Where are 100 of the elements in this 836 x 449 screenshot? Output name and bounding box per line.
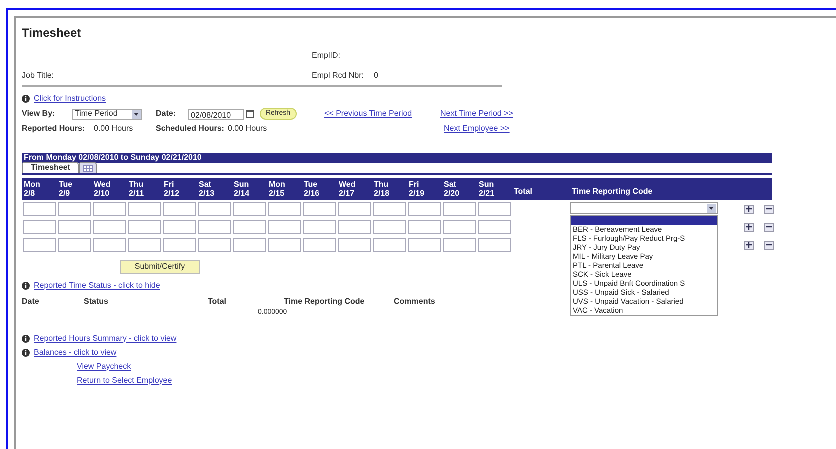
hours-field[interactable]: [268, 238, 301, 252]
time-status-link[interactable]: Reported Time Status - click to hide: [34, 280, 160, 292]
page-link[interactable]: View Paycheck: [77, 362, 132, 370]
column-header: Status: [84, 296, 110, 308]
view-link[interactable]: Balances - click to view: [34, 346, 117, 358]
hours-field[interactable]: [128, 238, 161, 252]
calendar-icon[interactable]: [246, 110, 254, 118]
day-header: Wed: [94, 180, 112, 189]
hours-field[interactable]: [408, 238, 441, 252]
date-header: 2/9: [59, 189, 72, 198]
column-header: Total: [208, 296, 228, 308]
date-header: 2/10: [94, 189, 111, 198]
hours-field[interactable]: [198, 238, 231, 252]
hours-field[interactable]: [338, 202, 371, 216]
page-title: Timesheet: [22, 25, 82, 42]
add-row-button[interactable]: [744, 204, 754, 214]
dropdown-arrow-icon: [132, 110, 141, 118]
time-reporting-code-select[interactable]: [570, 202, 718, 214]
column-header: Comments: [394, 296, 436, 308]
minus-icon: [766, 224, 772, 230]
hours-field[interactable]: [93, 202, 126, 216]
info-icon: [22, 348, 30, 356]
hours-field[interactable]: [163, 202, 196, 216]
column-header: Time Reporting Code: [284, 296, 366, 308]
dropdown-arrow-icon: [707, 204, 716, 212]
column-header: Date: [22, 296, 40, 308]
date-header: 2/19: [409, 189, 426, 198]
delete-row-button[interactable]: [764, 222, 774, 232]
hours-field[interactable]: [233, 220, 266, 234]
empl-rcd-value: 0: [374, 70, 378, 82]
add-row-button[interactable]: [744, 222, 754, 232]
day-header: Sun: [479, 180, 496, 189]
hours-field[interactable]: [443, 202, 476, 216]
hours-field[interactable]: [338, 220, 371, 234]
page-link[interactable]: Return to Select Employee: [77, 376, 172, 384]
hours-field[interactable]: [373, 238, 406, 252]
view-by-select[interactable]: Time Period: [72, 108, 142, 120]
hours-field[interactable]: [163, 238, 196, 252]
date-header: 2/11: [129, 189, 146, 198]
hours-field[interactable]: [303, 220, 336, 234]
hours-field[interactable]: [373, 202, 406, 216]
hours-field[interactable]: [478, 238, 511, 252]
hours-field[interactable]: [373, 220, 406, 234]
code-header: Time Reporting Code: [571, 186, 653, 198]
date-field[interactable]: 02/08/2010: [188, 108, 244, 120]
day-header: Sat: [199, 180, 212, 189]
hours-field[interactable]: [233, 202, 266, 216]
hours-field[interactable]: [443, 220, 476, 234]
minus-icon: [766, 206, 772, 212]
hours-field[interactable]: [58, 202, 91, 216]
hours-field[interactable]: [443, 238, 476, 252]
hours-field[interactable]: [58, 238, 91, 252]
day-header: Tue: [304, 180, 319, 189]
hours-field[interactable]: [93, 220, 126, 234]
day-header: Mon: [24, 180, 42, 189]
scheduled-hours-label: Scheduled Hours:: [156, 123, 226, 135]
hours-field[interactable]: [478, 220, 511, 234]
delete-row-button[interactable]: [764, 240, 774, 250]
timesheet-tab[interactable]: Timesheet: [22, 162, 80, 173]
day-header: Fri: [409, 180, 420, 189]
hours-field[interactable]: [128, 220, 161, 234]
hours-field[interactable]: [93, 238, 126, 252]
hours-field[interactable]: [58, 220, 91, 234]
previous-period-link[interactable]: << Previous Time Period: [324, 109, 412, 118]
hours-field[interactable]: [478, 202, 511, 216]
hours-field[interactable]: [303, 238, 336, 252]
hours-field[interactable]: [23, 220, 56, 234]
plus-icon: [746, 206, 752, 212]
delete-row-button[interactable]: [764, 204, 774, 214]
hours-field[interactable]: [408, 220, 441, 234]
columns-tab[interactable]: [79, 162, 98, 173]
hours-field[interactable]: [268, 202, 301, 216]
hours-field[interactable]: [198, 202, 231, 216]
day-header: Thu: [129, 180, 145, 189]
next-employee-link[interactable]: Next Employee >>: [444, 123, 510, 135]
hours-field[interactable]: [303, 202, 336, 216]
hours-field[interactable]: [23, 202, 56, 216]
info-icon: [22, 282, 30, 290]
instructions-link[interactable]: Click for Instructions: [34, 93, 106, 105]
hours-field[interactable]: [128, 202, 161, 216]
submit-button[interactable]: Submit/Certify: [120, 260, 200, 274]
hours-field[interactable]: [268, 220, 301, 234]
empl-rcd-label: Empl Rcd Nbr:: [312, 70, 366, 82]
view-link[interactable]: Reported Hours Summary - click to view: [34, 332, 177, 344]
hours-field[interactable]: [163, 220, 196, 234]
hours-field[interactable]: [233, 238, 266, 252]
day-header: Sat: [444, 180, 458, 189]
day-header: Mon: [269, 180, 286, 189]
hours-field[interactable]: [408, 202, 441, 216]
add-row-button[interactable]: [744, 240, 754, 250]
next-period-link[interactable]: Next Time Period >>: [440, 108, 514, 120]
grid-icon: [83, 164, 94, 172]
day-header: Fri: [164, 180, 176, 189]
day-header: Wed: [339, 180, 357, 189]
hours-field[interactable]: [23, 238, 56, 252]
plus-icon: [746, 242, 752, 248]
hours-field[interactable]: [338, 238, 371, 252]
date-header: 2/15: [269, 189, 286, 198]
date-header: 2/20: [444, 189, 461, 198]
hours-field[interactable]: [198, 220, 231, 234]
